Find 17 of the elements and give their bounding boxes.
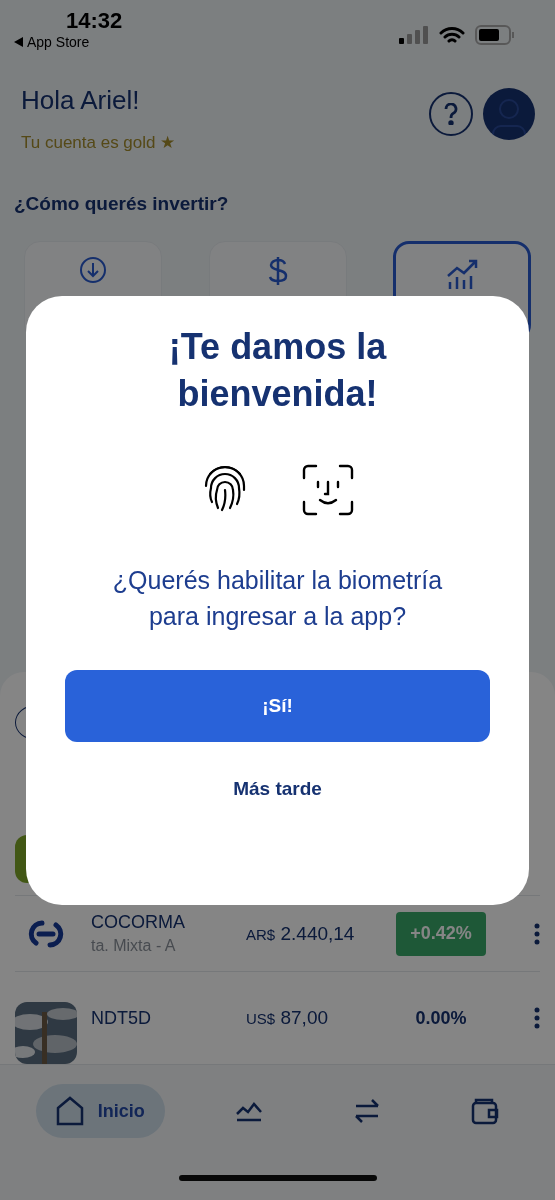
dialog-title: ¡Te damos la bienvenida! (167, 325, 388, 416)
later-button[interactable]: Más tarde (229, 774, 326, 805)
asset-name: COCORMA (91, 912, 186, 934)
asset-price: AR$ 2.440,14 (246, 922, 356, 945)
confirm-button[interactable]: ¡Sí! (65, 670, 490, 743)
dialog-question: ¿Querés habilitar la biometría para ingresar a la app? (111, 564, 444, 632)
asset-subtitle: ta. Mixta - A (91, 937, 177, 956)
back-to-app-link[interactable]: App Store (27, 34, 90, 50)
nav-tab[interactable]: Inicio (35, 1084, 165, 1138)
change-percent: +0.42% (410, 923, 472, 945)
change-percent: 0.00% (415, 1007, 467, 1029)
asset-price: US$ 87,00 (246, 1007, 329, 1029)
asset-name: NDT5D (91, 1007, 152, 1029)
section-title: ¿Cómo querés invertir? (14, 193, 230, 215)
status-time: 14:32 (66, 8, 123, 34)
account-tier-text: Tu cuenta es gold ★ (21, 132, 176, 153)
greeting-title: Hola Ariel! (21, 85, 141, 116)
